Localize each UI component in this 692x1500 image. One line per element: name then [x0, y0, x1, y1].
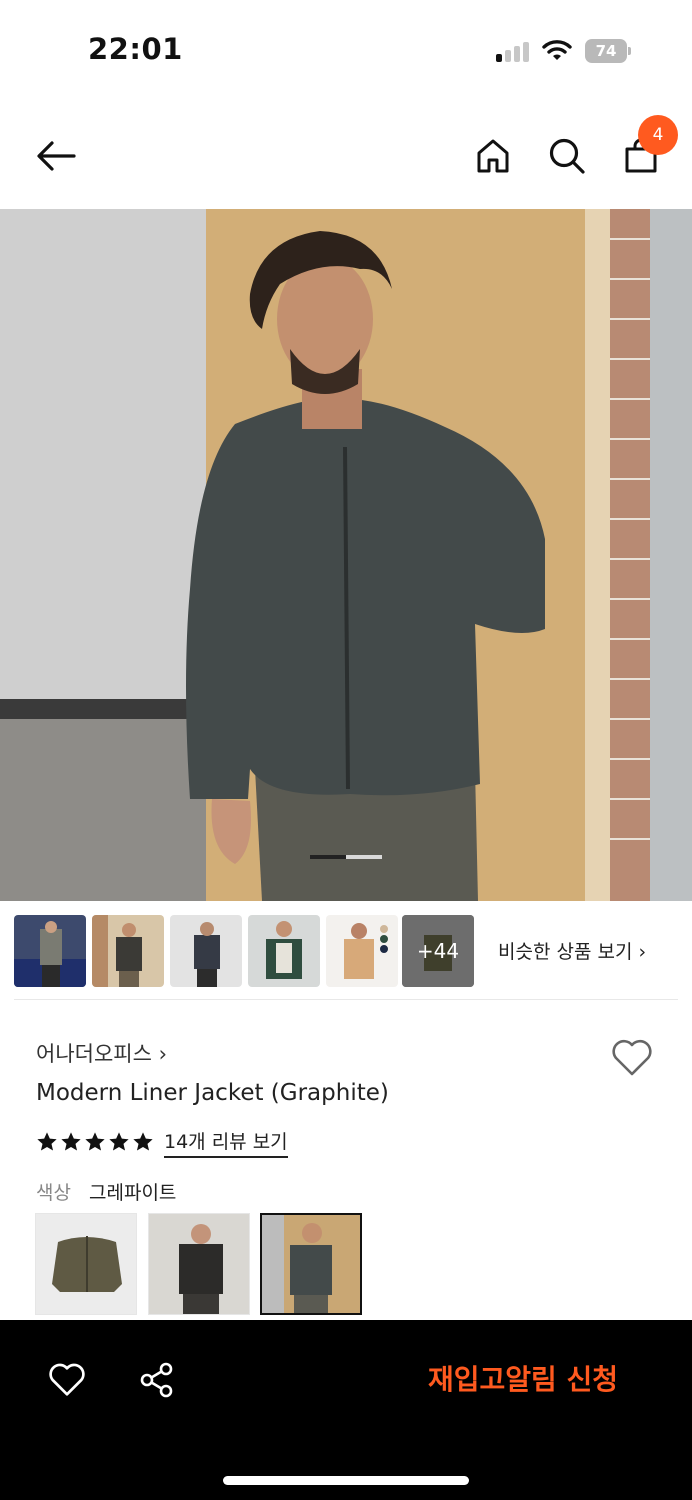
brand-link[interactable]: 어나더오피스 ›	[36, 1038, 167, 1068]
divider	[14, 999, 678, 1000]
top-nav	[0, 110, 692, 205]
home-button[interactable]	[465, 128, 521, 184]
color-label: 색상	[36, 1182, 71, 1204]
star-icon	[133, 1132, 153, 1151]
star-icon	[61, 1132, 81, 1151]
color-swatch-olive[interactable]	[35, 1213, 137, 1315]
battery-level: 74	[585, 39, 627, 63]
restock-alert-button[interactable]: 재입고알림 신청	[408, 1356, 638, 1404]
cart-count-badge: 4	[638, 115, 678, 155]
color-row: 색상 그레파이트	[36, 1178, 176, 1205]
search-button[interactable]	[539, 128, 595, 184]
product-main-image[interactable]	[0, 209, 692, 901]
color-swatches	[35, 1213, 365, 1315]
more-images-thumbnail[interactable]: +44	[402, 915, 474, 987]
bottom-wishlist-button[interactable]	[37, 1350, 97, 1410]
status-bar: 22:01 74	[0, 0, 692, 100]
back-button[interactable]	[28, 128, 84, 184]
more-images-count: +44	[416, 939, 460, 963]
product-name: Modern Liner Jacket (Graphite)	[36, 1080, 389, 1106]
star-icon	[85, 1132, 105, 1151]
image-pager	[310, 855, 382, 859]
thumbnail-1[interactable]	[14, 915, 86, 987]
back-arrow-icon	[37, 141, 76, 171]
thumbnail-5[interactable]	[326, 915, 398, 987]
heart-icon	[49, 1363, 85, 1396]
thumbnail-3[interactable]	[170, 915, 242, 987]
thumbnail-4[interactable]	[248, 915, 320, 987]
reviews-link[interactable]: 14개 리뷰 보기	[164, 1127, 288, 1158]
search-icon	[549, 138, 585, 174]
wishlist-button[interactable]	[604, 1030, 660, 1086]
battery-icon: 74	[585, 39, 631, 63]
bottom-action-bar: 재입고알림 신청	[0, 1320, 692, 1500]
cellular-signal-icon	[496, 40, 532, 62]
status-time: 22:01	[88, 32, 183, 66]
color-swatch-graphite[interactable]	[260, 1213, 362, 1315]
star-icon	[109, 1132, 129, 1151]
model-photo	[0, 209, 692, 901]
rating-row: 14개 리뷰 보기	[36, 1127, 288, 1158]
star-rating	[36, 1131, 154, 1153]
share-button[interactable]	[127, 1350, 187, 1410]
thumbnail-2[interactable]	[92, 915, 164, 987]
similar-products-link[interactable]: 비슷한 상품 보기 ›	[498, 937, 646, 964]
heart-icon	[612, 1039, 652, 1076]
color-value: 그레파이트	[89, 1182, 177, 1204]
wifi-icon	[542, 38, 572, 62]
star-icon	[37, 1132, 57, 1151]
home-icon	[477, 139, 509, 173]
home-indicator	[223, 1476, 469, 1485]
color-swatch-black[interactable]	[148, 1213, 250, 1315]
share-icon	[140, 1362, 173, 1398]
image-thumbnail-strip: +44 비슷한 상품 보기 ›	[14, 915, 678, 987]
